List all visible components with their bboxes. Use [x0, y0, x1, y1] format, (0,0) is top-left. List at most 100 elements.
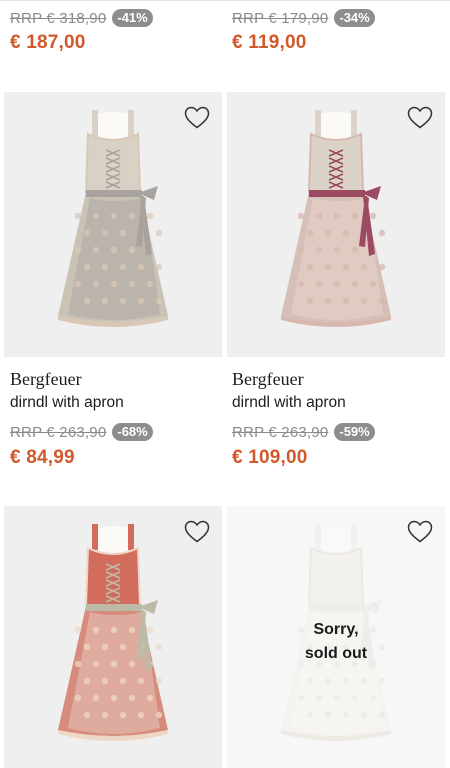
- lace-motif: [342, 677, 350, 685]
- lace-motif: [137, 711, 145, 719]
- sold-out-line-2: sold out: [304, 645, 368, 662]
- lace-motif: [324, 263, 332, 271]
- price-row: RRP € 263,90 -59%: [232, 420, 375, 444]
- lace-motif: [324, 297, 332, 305]
- lace-motif: [146, 280, 154, 288]
- product-card-2[interactable]: RRP € 179,90 -34% € 119,00: [227, 0, 445, 80]
- lace-motif: [128, 246, 136, 254]
- lace-motif: [128, 280, 136, 288]
- lace-motif: [110, 280, 118, 288]
- lace-motif: [110, 212, 118, 220]
- lace-motif: [74, 212, 82, 220]
- lace-motif: [137, 297, 145, 305]
- lace-motif: [128, 660, 136, 668]
- lace-motif: [306, 677, 314, 685]
- lace-motif: [74, 246, 82, 254]
- lace-motif: [83, 643, 91, 651]
- lace-motif: [297, 212, 305, 220]
- discount-badge: -34%: [334, 9, 375, 27]
- lace-motif: [333, 280, 341, 288]
- product-type: dirndl with apron: [232, 394, 346, 411]
- wishlist-heart-icon[interactable]: [407, 106, 433, 130]
- lace-motif: [333, 694, 341, 702]
- lace-motif: [92, 694, 100, 702]
- rrp-price: RRP € 263,90: [232, 423, 329, 441]
- lace-motif: [119, 297, 127, 305]
- waistband: [86, 604, 142, 611]
- lace-motif: [315, 212, 323, 220]
- lace-motif: [360, 297, 368, 305]
- lace-motif: [119, 711, 127, 719]
- lace-motif: [128, 694, 136, 702]
- lace-motif: [306, 297, 314, 305]
- lace-motif: [101, 229, 109, 237]
- lace-motif: [92, 660, 100, 668]
- lace-motif: [315, 280, 323, 288]
- lace-motif: [155, 263, 163, 271]
- lace-motif: [360, 711, 368, 719]
- dirndl-image: [58, 524, 168, 741]
- lace-motif: [333, 246, 341, 254]
- lace-motif: [342, 263, 350, 271]
- lace-motif: [110, 660, 118, 668]
- price-row: RRP € 179,90 -34%: [232, 6, 375, 30]
- lace-motif: [83, 711, 91, 719]
- lace-motif: [110, 694, 118, 702]
- lace-motif: [146, 694, 154, 702]
- blouse: [321, 112, 351, 140]
- lace-motif: [101, 711, 109, 719]
- product-card-4[interactable]: Bergfeuer dirndl with apron RRP € 263,90…: [227, 92, 445, 482]
- sale-price: € 109,00: [232, 447, 308, 468]
- wishlist-heart-icon[interactable]: [407, 520, 433, 544]
- lace-motif: [146, 212, 154, 220]
- lace-motif: [137, 263, 145, 271]
- wishlist-heart-icon[interactable]: [184, 106, 210, 130]
- lace-motif: [101, 297, 109, 305]
- lace-motif: [155, 643, 163, 651]
- lace-motif: [351, 694, 359, 702]
- product-image[interactable]: [4, 92, 222, 357]
- lace-motif: [110, 626, 118, 634]
- discount-badge: -41%: [112, 9, 153, 27]
- rrp-price: RRP € 263,90: [10, 423, 107, 441]
- sale-price: € 84,99: [10, 447, 75, 468]
- dirndl-image: [281, 110, 391, 327]
- sale-price: € 187,00: [10, 32, 86, 53]
- lace-motif: [74, 660, 82, 668]
- strap: [351, 110, 357, 136]
- product-image[interactable]: Sorry, sold out: [227, 506, 445, 768]
- lace-motif: [155, 711, 163, 719]
- lace-motif: [155, 297, 163, 305]
- product-card-1[interactable]: RRP € 318,90 -41% € 187,00: [4, 0, 222, 80]
- product-card-5[interactable]: [4, 506, 222, 768]
- product-image[interactable]: [227, 92, 445, 357]
- lace-motif: [360, 263, 368, 271]
- price-row: RRP € 263,90 -68%: [10, 420, 153, 444]
- lace-motif: [333, 212, 341, 220]
- lace-motif: [137, 677, 145, 685]
- lace-motif: [101, 677, 109, 685]
- lace-motif: [119, 263, 127, 271]
- lace-motif: [351, 280, 359, 288]
- product-image[interactable]: [4, 506, 222, 768]
- lace-motif: [315, 694, 323, 702]
- lace-motif: [83, 297, 91, 305]
- strap: [315, 524, 321, 550]
- lace-motif: [378, 711, 386, 719]
- lace-motif: [92, 246, 100, 254]
- lace-motif: [74, 626, 82, 634]
- waistband: [309, 190, 365, 197]
- lace-motif: [315, 246, 323, 254]
- waistband: [309, 604, 365, 611]
- lace-motif: [369, 280, 377, 288]
- strap: [351, 524, 357, 550]
- product-card-3[interactable]: Bergfeuer dirndl with apron RRP € 263,90…: [4, 92, 222, 482]
- lace-motif: [83, 229, 91, 237]
- lace-motif: [306, 711, 314, 719]
- product-card-6[interactable]: Sorry, sold out: [227, 506, 445, 768]
- wishlist-heart-icon[interactable]: [184, 520, 210, 544]
- lace-motif: [101, 643, 109, 651]
- rrp-price: RRP € 179,90: [232, 9, 329, 27]
- product-brand: Bergfeuer: [10, 369, 82, 389]
- lace-motif: [342, 229, 350, 237]
